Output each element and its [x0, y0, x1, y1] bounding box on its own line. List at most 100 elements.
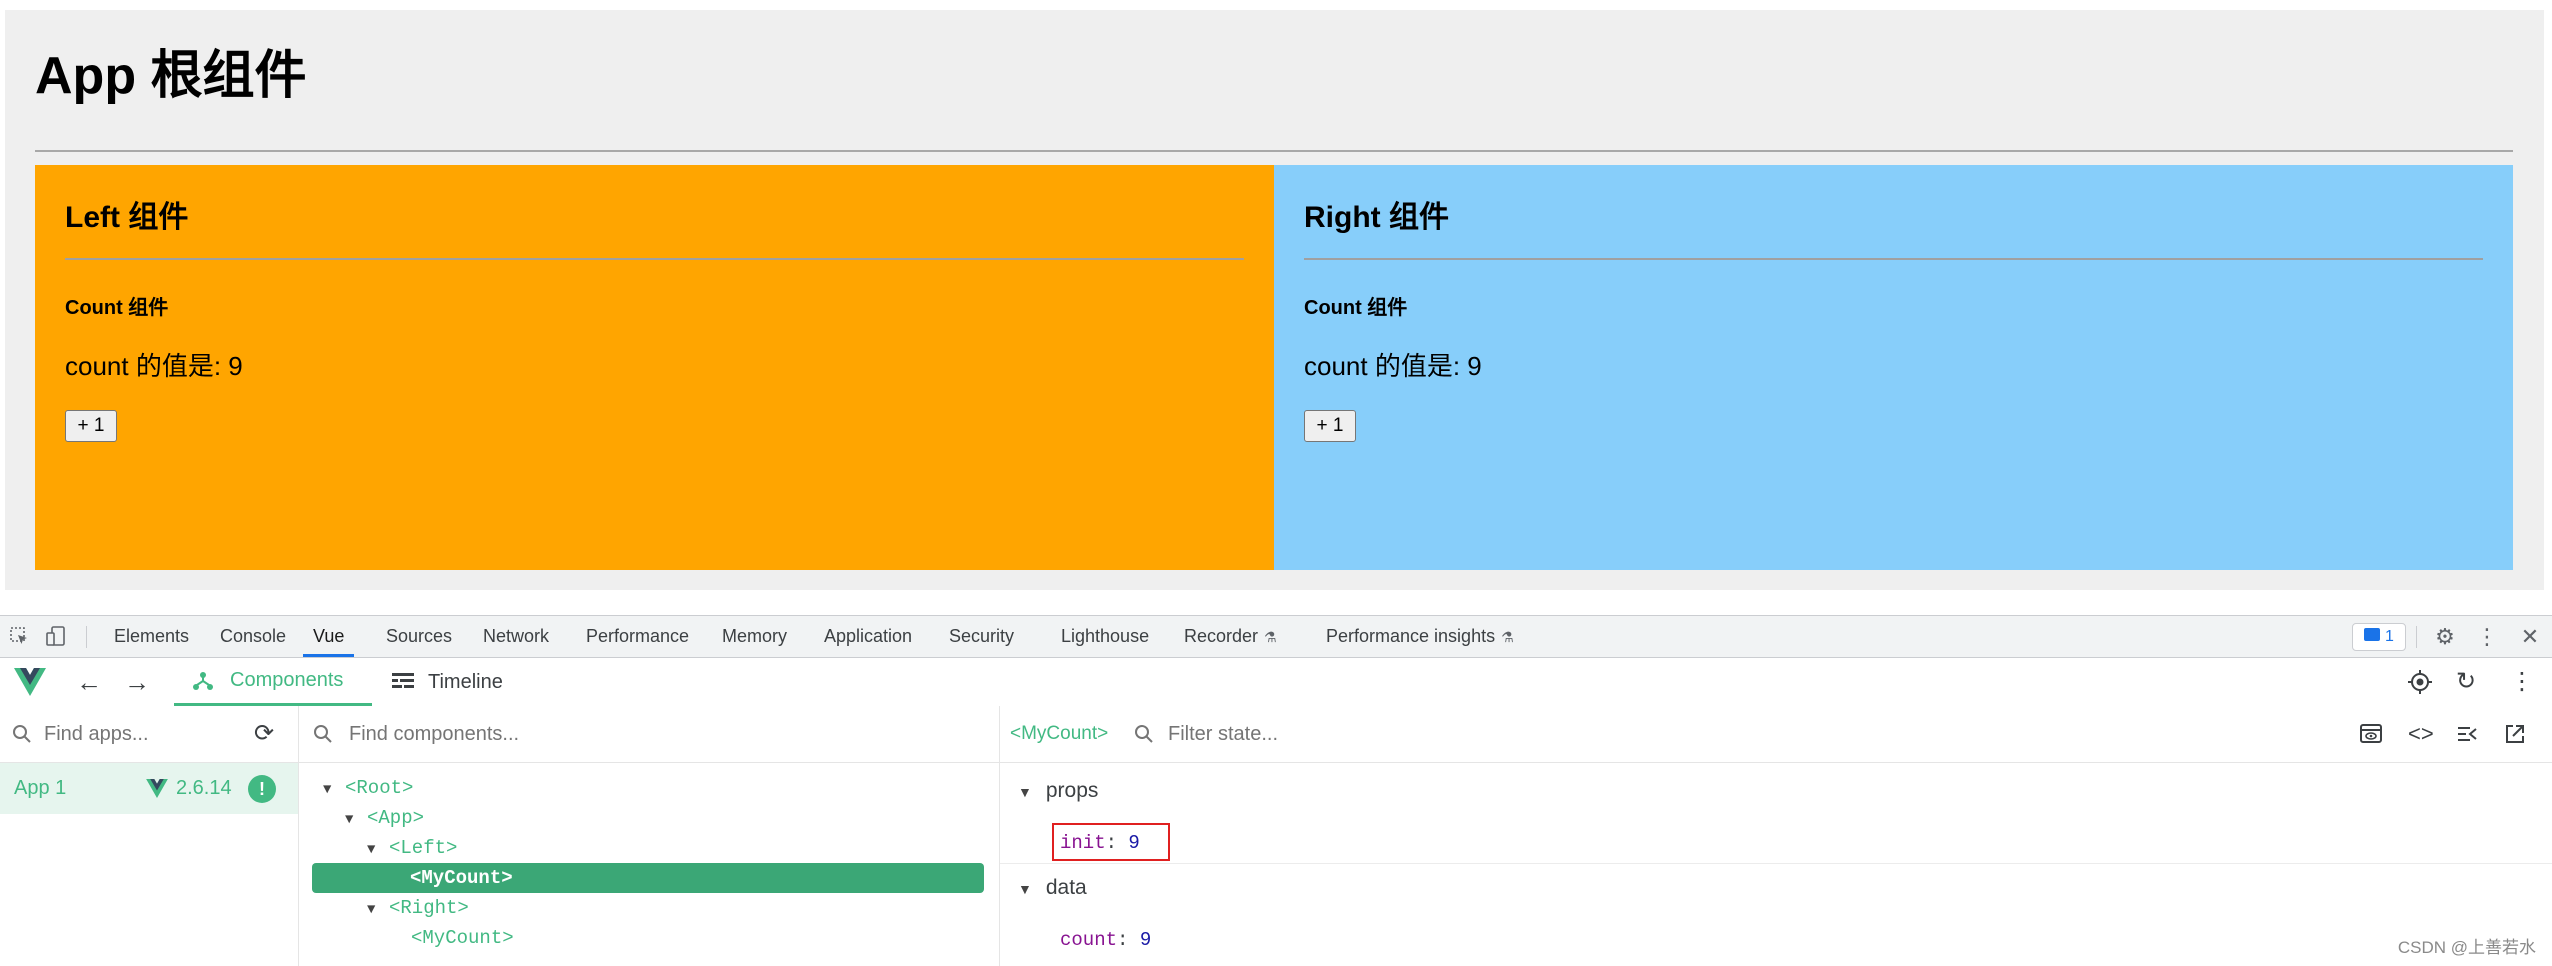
collapse-arrow-icon[interactable]: ▼ [367, 895, 389, 925]
close-devtools-icon[interactable]: ✕ [2516, 616, 2544, 657]
settings-gear-icon[interactable]: ⚙ [2430, 616, 2460, 657]
inspect-element-icon[interactable] [6, 616, 32, 659]
vue-more-options-icon[interactable]: ⋮ [2510, 658, 2534, 706]
device-toolbar-icon[interactable] [44, 616, 70, 660]
back-arrow-icon[interactable]: ← [76, 658, 102, 706]
right-count-title: Count 组件 [1304, 297, 1408, 319]
search-icon [13, 725, 31, 743]
tree-node-app[interactable]: ▼ <App> [345, 803, 424, 833]
component-state-pane: <MyCount> <> ▼props init: 9 ▼data count:… [1000, 706, 2552, 966]
tab-elements[interactable]: Elements [114, 616, 189, 657]
components-search-bar [299, 706, 999, 763]
tab-lighthouse[interactable]: Lighthouse [1061, 616, 1149, 657]
left-panel-title: Left 组件 [65, 201, 189, 234]
data-section-toggle[interactable]: ▼ data [1018, 873, 1087, 904]
issues-badge[interactable]: 1 [2352, 623, 2406, 651]
left-plus-one-button[interactable]: + 1 [65, 410, 117, 442]
watermark: CSDN @上善若水 [2397, 938, 2536, 957]
collapse-arrow-icon: ▼ [1018, 881, 1032, 897]
app-list-item[interactable]: App 1 2.6.14 ! [0, 763, 298, 814]
selected-component-tag: <MyCount> [1010, 723, 1109, 744]
refresh-icon[interactable]: ↻ [2456, 658, 2476, 706]
tab-sources[interactable]: Sources [386, 616, 452, 657]
app-root-container: App 根组件 Left 组件 Count 组件 count 的值是: 9 + … [5, 10, 2544, 590]
devtools-tab-bar: Elements Console Vue Sources Network Per… [0, 616, 2552, 658]
issues-count: 1 [2385, 628, 2394, 645]
tab-performance-insights[interactable]: Performance insights ⚗ [1326, 616, 1514, 657]
app-name: App 1 [14, 777, 67, 799]
component-tree-pane: ▼<Root> ▼<App> ▼<Left> <MyCount> ▼<Right… [299, 706, 1000, 966]
filter-state-input[interactable] [1168, 720, 1768, 748]
tab-performance-insights-label: Performance insights [1326, 626, 1496, 646]
experiment-flask-icon: ⚗ [1501, 629, 1514, 645]
props-section-toggle[interactable]: ▼ props [1018, 776, 1098, 807]
tree-node-root[interactable]: ▼ <Root> [323, 773, 413, 803]
left-count-title: Count 组件 [65, 297, 169, 319]
vue-version: 2.6.14 [176, 777, 232, 799]
more-options-icon[interactable]: ⋮ [2474, 616, 2500, 657]
app-viewport: App 根组件 Left 组件 Count 组件 count 的值是: 9 + … [0, 0, 2552, 615]
right-panel-title: Right 组件 [1304, 201, 1449, 234]
app-title: App 根组件 [35, 47, 307, 105]
tree-node-mycount-selected[interactable]: <MyCount> [312, 863, 984, 893]
toolbar-separator [2416, 626, 2417, 648]
right-count-value: 9 [1467, 351, 1482, 381]
tree-node-label: <Root> [345, 777, 414, 799]
tab-components[interactable]: Components [174, 658, 372, 706]
tree-node-label: <App> [367, 807, 425, 829]
left-count-text: count 的值是: 9 [65, 348, 243, 384]
right-panel-divider [1304, 258, 2483, 260]
tree-node-left[interactable]: ▼ <Left> [367, 833, 457, 863]
data-section-title: data [1045, 876, 1087, 899]
apps-search-bar: ⟳ [0, 706, 298, 763]
collapse-arrow-icon[interactable]: ▼ [323, 775, 345, 805]
search-icon [1135, 725, 1153, 743]
vue-version-icon [146, 779, 168, 798]
collapse-arrow-icon[interactable]: ▼ [367, 835, 389, 865]
tree-node-label: <Left> [389, 837, 458, 859]
tree-node-mycount[interactable]: <MyCount> [411, 923, 514, 953]
tab-vue[interactable]: Vue [303, 616, 355, 657]
left-component-panel: Left 组件 Count 组件 count 的值是: 9 + 1 [35, 165, 1274, 570]
find-components-input[interactable] [349, 720, 949, 748]
tab-components-label: Components [230, 669, 344, 691]
find-apps-input[interactable] [44, 720, 244, 748]
left-panel-divider [65, 258, 1244, 260]
select-component-target-icon[interactable] [2408, 670, 2432, 694]
state-header-bar: <MyCount> <> [1000, 706, 2552, 763]
vue-devtools-toolbar: ← → Components Timeline ↻ ⋮ [0, 658, 2552, 707]
tab-security[interactable]: Security [949, 616, 1014, 657]
tab-recorder-label: Recorder [1184, 626, 1259, 646]
scroll-to-component-icon[interactable] [2456, 720, 2478, 748]
data-row-count[interactable]: count: 9 [1060, 925, 1151, 955]
tree-node-label: <Right> [389, 897, 469, 919]
right-count-label: count 的值是: [1304, 351, 1468, 381]
timeline-icon [392, 673, 414, 688]
tree-node-label: <MyCount> [411, 927, 514, 949]
message-icon [2364, 628, 2381, 642]
left-count-label: count 的值是: [65, 351, 229, 381]
section-divider [1000, 863, 2552, 864]
app-divider [35, 150, 2513, 152]
right-count-text: count 的值是: 9 [1304, 348, 1482, 384]
highlight-box [1052, 823, 1170, 861]
tab-network[interactable]: Network [483, 616, 549, 657]
tab-console[interactable]: Console [220, 616, 286, 657]
right-plus-one-button[interactable]: + 1 [1304, 410, 1356, 442]
data-value: 9 [1139, 929, 1152, 951]
tree-node-right[interactable]: ▼ <Right> [367, 893, 469, 923]
open-source-code-icon[interactable]: <> [2408, 720, 2434, 748]
collapse-arrow-icon: ▼ [1018, 784, 1032, 800]
tab-performance[interactable]: Performance [586, 616, 689, 657]
refresh-apps-icon[interactable]: ⟳ [254, 720, 274, 748]
tab-application[interactable]: Application [824, 616, 912, 657]
tab-memory[interactable]: Memory [722, 616, 787, 657]
component-tree-icon [193, 672, 213, 690]
inspect-dom-icon[interactable] [2360, 720, 2382, 748]
open-in-new-window-icon[interactable] [2504, 720, 2526, 748]
tab-recorder[interactable]: Recorder ⚗ [1184, 616, 1277, 657]
vue-logo-icon [14, 668, 46, 696]
search-icon [314, 725, 332, 743]
collapse-arrow-icon[interactable]: ▼ [345, 805, 367, 835]
forward-arrow-icon[interactable]: → [124, 658, 150, 706]
